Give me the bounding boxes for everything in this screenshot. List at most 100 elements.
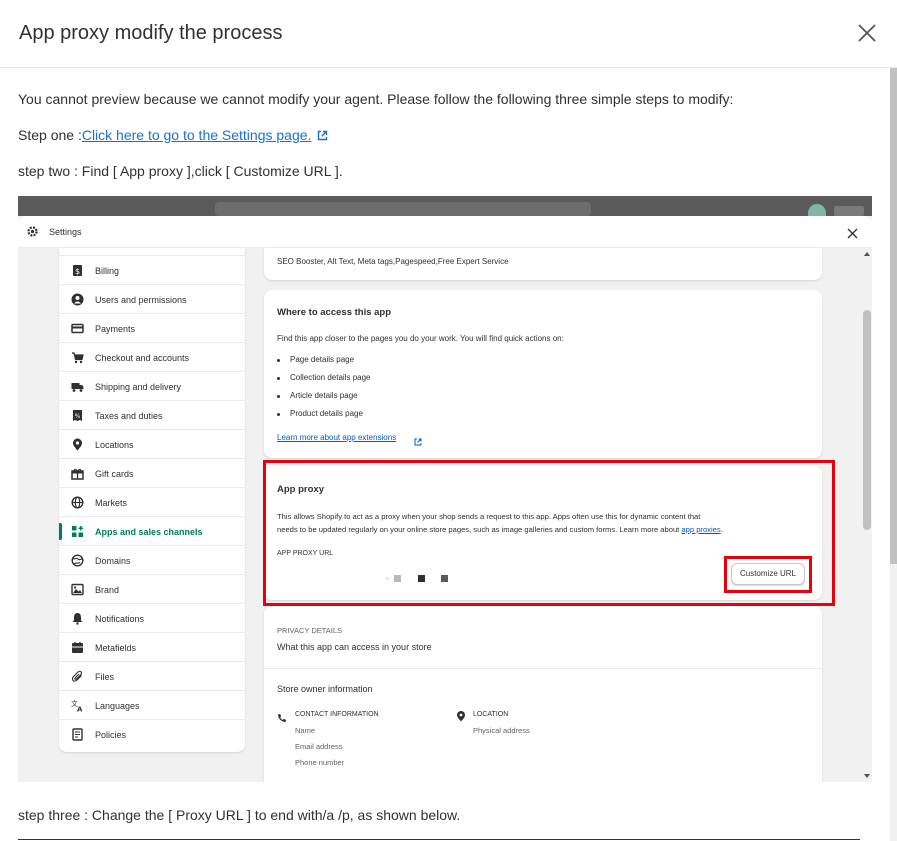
svg-text:$: $ [75, 267, 80, 276]
screenshot-scroll-thumb [863, 310, 871, 530]
bullet [277, 359, 280, 362]
location-icon [71, 438, 84, 451]
customize-url-button[interactable]: Customize URL [731, 563, 805, 585]
sidebar-item-partial [59, 244, 245, 256]
sidebar-item-apps[interactable]: Apps and sales channels [59, 517, 245, 546]
step-three: step three : Change the [ Proxy URL ] to… [18, 807, 461, 823]
truck-icon [71, 380, 84, 393]
location-item: Physical address [473, 726, 530, 735]
shopify-topbar [18, 196, 872, 216]
contact-item: Name [295, 726, 316, 735]
shopify-search [215, 202, 591, 216]
sidebar-item-label: Metafields [95, 643, 137, 653]
domain-icon [71, 554, 84, 567]
sidebar-item-notifications[interactable]: Notifications [59, 604, 245, 633]
paperclip-icon [71, 670, 84, 683]
access-bullet: Article details page [290, 391, 358, 400]
location-icon [456, 709, 466, 727]
sidebar-item-label: Locations [95, 440, 134, 450]
user-icon [71, 293, 84, 306]
metafields-icon [71, 641, 84, 654]
sidebar-item-label: Billing [95, 266, 120, 276]
sidebar-item-payments[interactable]: Payments [59, 314, 245, 343]
sidebar-item-label: Checkout and accounts [95, 353, 190, 363]
sidebar-item-label: Markets [95, 498, 128, 508]
brand-icon [71, 583, 84, 596]
svg-text:A: A [77, 706, 83, 713]
modal-title: App proxy modify the process [19, 22, 283, 44]
instruction-screenshot: Settings $ Billing Users and permissions… [18, 196, 872, 782]
scroll-down-arrow-icon [864, 774, 870, 778]
contact-item: Phone number [295, 758, 345, 767]
app-info-card: SEO Booster, Alt Text, Meta tags,Pagespe… [264, 248, 822, 280]
avatar [808, 204, 826, 216]
divider [18, 839, 860, 840]
location-label: LOCATION [473, 711, 509, 718]
sidebar-item-shipping[interactable]: Shipping and delivery [59, 372, 245, 401]
sidebar-item-languages[interactable]: 文A Languages [59, 691, 245, 720]
sidebar-item-label: Users and permissions [95, 295, 187, 305]
access-bullet: Product details page [290, 409, 363, 418]
privacy-card: PRIVACY DETAILS What this app can access… [264, 606, 822, 782]
close-icon[interactable] [847, 226, 858, 244]
external-link-icon [317, 128, 328, 144]
sidebar-item-label: Files [95, 672, 115, 682]
sidebar-item-label: Domains [95, 556, 131, 566]
sidebar-item-locations[interactable]: Locations [59, 430, 245, 459]
customize-url-highlight: Customize URL [724, 556, 812, 593]
sidebar-item-files[interactable]: Files [59, 662, 245, 691]
globe-icon [71, 496, 84, 509]
close-icon[interactable] [857, 23, 877, 43]
bullet [277, 377, 280, 380]
step-one-prefix: Step one : [18, 127, 82, 143]
modal-scroll-thumb[interactable] [890, 68, 897, 564]
bullet [277, 413, 280, 416]
sidebar-item-label: Languages [95, 701, 140, 711]
modal-scrollbar[interactable] [890, 68, 897, 841]
gear-icon [26, 225, 39, 243]
billing-icon: $ [71, 264, 84, 277]
app-description: SEO Booster, Alt Text, Meta tags,Pagespe… [277, 257, 509, 266]
modal-header: App proxy modify the process [0, 0, 897, 68]
sidebar-item-policies[interactable]: Policies [59, 720, 245, 749]
sidebar-item-brand[interactable]: Brand [59, 575, 245, 604]
tax-icon: % [71, 409, 84, 422]
sidebar-item-users[interactable]: Users and permissions [59, 285, 245, 314]
intro-text: You cannot preview because we cannot mod… [18, 91, 734, 107]
sidebar-item-label: Taxes and duties [95, 411, 163, 421]
access-card: Where to access this app Find this app c… [264, 290, 822, 458]
svg-text:%: % [75, 413, 81, 420]
sidebar-item-label: Apps and sales channels [95, 527, 203, 537]
access-bullet: Page details page [290, 355, 355, 364]
sidebar-item-metafields[interactable]: Metafields [59, 633, 245, 662]
privacy-label: PRIVACY DETAILS [277, 626, 343, 635]
contact-label: CONTACT INFORMATION [295, 711, 379, 718]
sidebar-item-label: Notifications [95, 614, 145, 624]
cart-icon [71, 351, 84, 364]
step-one: Step one :Click here to go to the Settin… [18, 127, 328, 144]
scroll-up-arrow-icon [864, 252, 870, 256]
settings-sidebar: $ Billing Users and permissions Payments… [59, 248, 245, 752]
sidebar-item-label: Shipping and delivery [95, 382, 182, 392]
access-title: Where to access this app [277, 307, 392, 318]
external-link-icon [414, 433, 422, 451]
sidebar-item-billing[interactable]: $ Billing [59, 256, 245, 285]
screenshot-scrollbar [862, 248, 871, 782]
sidebar-item-label: Gift cards [95, 469, 134, 479]
settings-title: Settings [49, 227, 82, 237]
user-name-placeholder [834, 206, 864, 216]
sidebar-item-label: Policies [95, 730, 127, 740]
access-description: Find this app closer to the pages you do… [277, 334, 564, 343]
access-bullet: Collection details page [290, 373, 371, 382]
sidebar-item-checkout[interactable]: Checkout and accounts [59, 343, 245, 372]
sidebar-item-domains[interactable]: Domains [59, 546, 245, 575]
sidebar-item-label: Brand [95, 585, 120, 595]
store-owner-title: Store owner information [277, 684, 373, 694]
settings-link[interactable]: Click here to go to the Settings page. [82, 127, 312, 143]
sidebar-item-taxes[interactable]: % Taxes and duties [59, 401, 245, 430]
app-extensions-link[interactable]: Learn more about app extensions [277, 433, 396, 442]
bell-icon [71, 612, 84, 625]
sidebar-item-markets[interactable]: Markets [59, 488, 245, 517]
phone-icon [277, 710, 287, 728]
sidebar-item-gift-cards[interactable]: Gift cards [59, 459, 245, 488]
